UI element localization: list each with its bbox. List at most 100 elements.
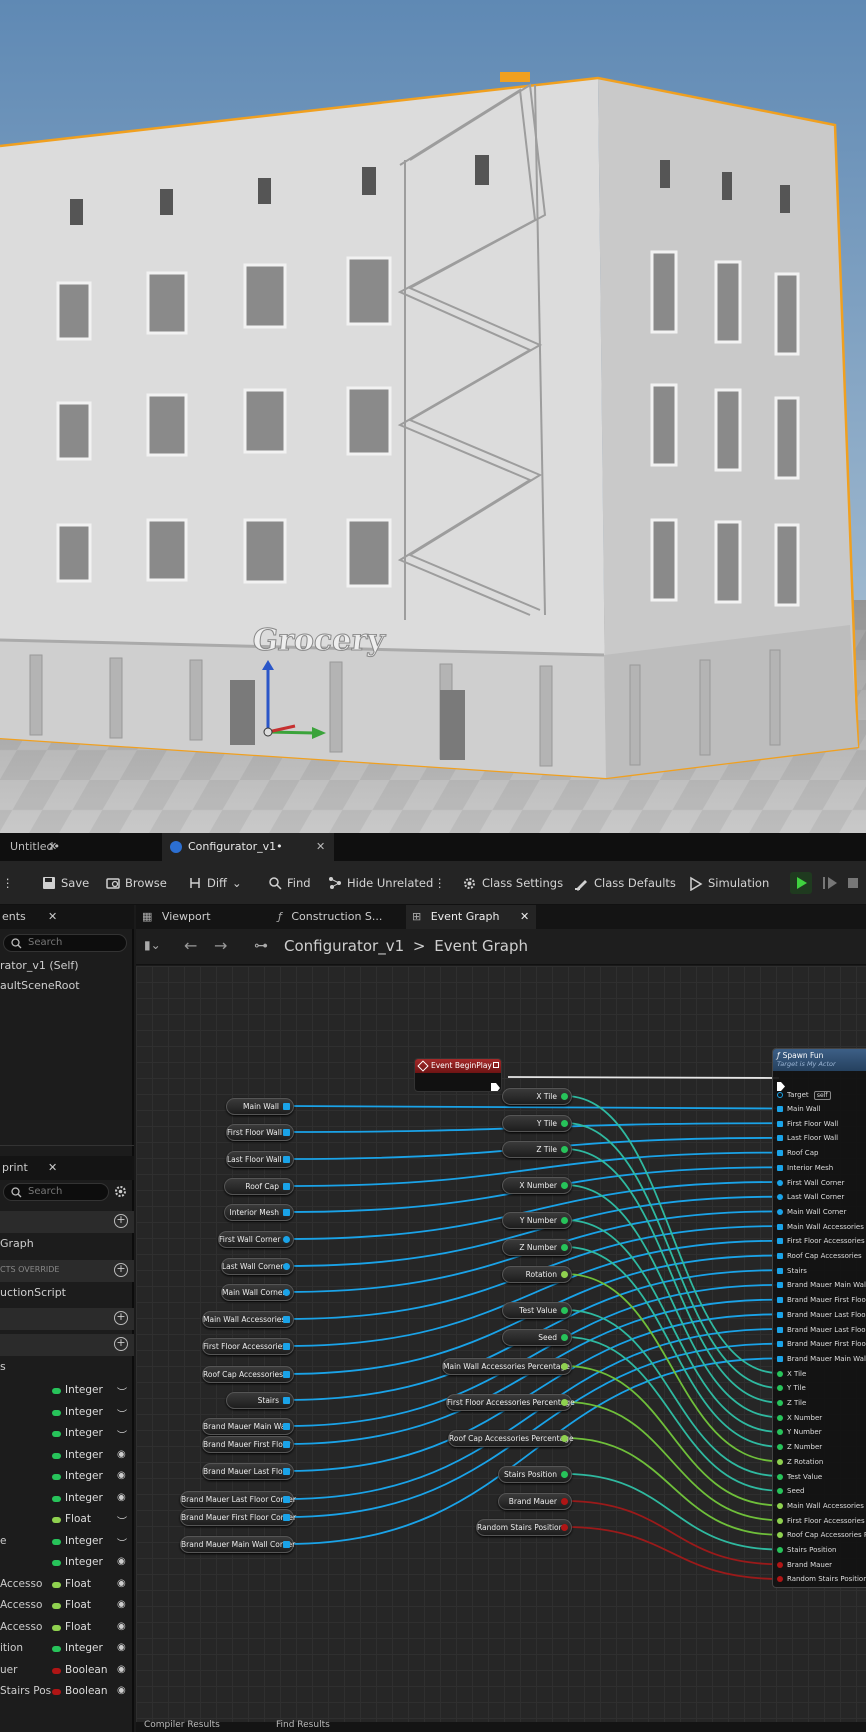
hierarchy-icon[interactable]: ⊶ <box>254 938 268 954</box>
eye-icon[interactable]: ◉ <box>117 1642 126 1653</box>
eye-icon[interactable]: ◉ <box>117 1685 126 1696</box>
output-pin[interactable] <box>561 1120 568 1127</box>
exec-pin[interactable] <box>491 1078 500 1091</box>
variable-row[interactable]: Integer ︶ <box>0 1403 134 1423</box>
variable-row[interactable]: Accesso Float ◉ <box>0 1575 134 1595</box>
variable-get-node[interactable]: Last Wall Corner <box>221 1258 294 1275</box>
close-icon[interactable]: ✕ <box>48 1156 57 1180</box>
eye-closed-icon[interactable]: ︶ <box>117 1406 127 1421</box>
output-pin[interactable] <box>283 1496 290 1503</box>
output-pin[interactable] <box>561 1471 568 1478</box>
variable-get-node[interactable]: Random Stairs Position <box>476 1519 572 1536</box>
input-pin[interactable] <box>777 1223 783 1230</box>
input-pin-row[interactable]: First Floor Accessories Per <box>777 1515 866 1528</box>
doc-tab-configurator[interactable]: Configurator_v1• <box>162 833 334 861</box>
eye-closed-icon[interactable]: ︶ <box>117 1427 127 1442</box>
variable-get-node[interactable]: Z Tile <box>502 1141 572 1158</box>
input-pin-row[interactable]: Main Wall Accessories <box>777 1221 864 1234</box>
input-pin[interactable] <box>777 1414 783 1421</box>
variable-get-node[interactable]: Brand Mauer Main Wall <box>202 1418 294 1435</box>
input-pin[interactable] <box>777 1385 783 1392</box>
variable-get-node[interactable]: Test Value <box>502 1302 572 1319</box>
variable-get-node[interactable]: Y Tile <box>502 1115 572 1132</box>
functions-section-header[interactable]: CTS OVERRIDE + <box>0 1260 134 1282</box>
output-pin[interactable] <box>561 1244 568 1251</box>
compiler-results-tab[interactable]: Compiler Results <box>144 1720 220 1730</box>
output-pin[interactable] <box>561 1271 568 1278</box>
output-pin[interactable] <box>283 1156 290 1163</box>
close-icon[interactable]: ✕ <box>520 905 529 929</box>
input-pin[interactable] <box>777 1179 783 1186</box>
variable-row[interactable]: Integer ◉ <box>0 1489 134 1509</box>
input-pin-row[interactable]: Brand Mauer Main Wall Co <box>777 1353 866 1366</box>
tab-event-graph[interactable]: ⊞ Event Graph ✕ <box>406 905 536 929</box>
doc-tab-untitled[interactable]: Untitled• <box>0 833 160 861</box>
output-pin[interactable] <box>283 1263 290 1270</box>
eye-icon[interactable]: ◉ <box>117 1599 126 1610</box>
input-pin-row[interactable]: Roof Cap <box>777 1147 818 1160</box>
eye-closed-icon[interactable]: ︶ <box>117 1535 127 1550</box>
output-pin[interactable] <box>561 1093 568 1100</box>
input-pin[interactable] <box>777 1488 783 1495</box>
variable-get-node[interactable]: Brand Mauer First Floor <box>202 1436 294 1453</box>
output-pin[interactable] <box>283 1289 290 1296</box>
input-pin[interactable] <box>777 1458 783 1465</box>
variable-get-node[interactable]: Stairs Position <box>498 1466 572 1483</box>
add-function-icon[interactable]: + <box>114 1263 128 1277</box>
variable-get-node[interactable]: First Floor Wall <box>226 1124 294 1141</box>
my-blueprint-tab[interactable]: print ✕ <box>0 1156 134 1180</box>
input-pin[interactable] <box>777 1444 783 1451</box>
variable-get-node[interactable]: Main Wall <box>226 1098 294 1115</box>
eye-icon[interactable]: ◉ <box>117 1556 126 1567</box>
variable-get-node[interactable]: Stairs <box>226 1392 294 1409</box>
input-pin-row[interactable]: First Floor Wall <box>777 1118 838 1131</box>
stop-button[interactable] <box>844 872 864 898</box>
forward-arrow-icon[interactable]: → <box>214 936 227 955</box>
variable-get-node[interactable]: First Floor Accessories <box>202 1338 294 1355</box>
input-pin[interactable] <box>777 1355 783 1362</box>
eye-icon[interactable]: ◉ <box>117 1470 126 1481</box>
graphs-section-header[interactable]: + <box>0 1211 134 1233</box>
more-options-icon[interactable]: ⋮ <box>434 873 446 893</box>
input-pin[interactable] <box>777 1502 783 1509</box>
variable-row[interactable]: Float ︶ <box>0 1510 134 1530</box>
variable-get-node[interactable]: Interior Mesh <box>224 1204 294 1221</box>
variable-get-node[interactable]: Brand Mauer First Floor Corner <box>180 1509 296 1526</box>
input-pin[interactable] <box>777 1106 783 1112</box>
components-tab[interactable]: ents ✕ <box>0 905 134 929</box>
event-beginplay-node[interactable]: Event BeginPlay <box>414 1058 502 1092</box>
input-pin-row[interactable]: Y Number <box>777 1426 822 1439</box>
output-pin[interactable] <box>561 1182 568 1189</box>
variable-get-node[interactable]: Brand Mauer Last Floor <box>202 1463 294 1480</box>
output-pin[interactable] <box>283 1441 290 1448</box>
input-pin[interactable] <box>777 1429 783 1436</box>
input-pin[interactable] <box>777 1532 783 1539</box>
input-pin-row[interactable]: Main Wall Corner <box>777 1206 846 1219</box>
variable-get-node[interactable]: Main Wall Accessories Percentage <box>442 1358 572 1375</box>
input-pin-row[interactable]: Z Tile <box>777 1397 806 1410</box>
variable-row[interactable]: Integer ◉ <box>0 1553 134 1573</box>
input-pin-row[interactable]: Brand Mauer First Floor Co <box>777 1338 866 1351</box>
output-pin[interactable] <box>561 1399 568 1406</box>
variable-get-node[interactable]: X Number <box>502 1177 572 1194</box>
variable-get-node[interactable]: Rotation <box>502 1266 572 1283</box>
output-pin[interactable] <box>283 1514 290 1521</box>
input-pin-row[interactable]: Random Stairs Position <box>777 1573 866 1586</box>
event-graph-item[interactable]: Graph <box>0 1237 34 1250</box>
component-item-self[interactable]: rator_v1 (Self) <box>0 959 79 972</box>
variable-get-node[interactable]: Roof Cap <box>224 1178 294 1195</box>
browse-button[interactable]: Browse <box>106 873 167 893</box>
input-pin[interactable] <box>777 1400 783 1406</box>
add-graph-icon[interactable]: + <box>114 1214 128 1228</box>
variable-get-node[interactable]: Roof Cap Accessories <box>202 1366 294 1383</box>
input-pin[interactable] <box>777 1311 783 1318</box>
input-pin[interactable] <box>777 1120 783 1127</box>
input-pin[interactable] <box>777 1297 783 1304</box>
eye-icon[interactable]: ◉ <box>117 1492 126 1503</box>
variable-row[interactable]: Integer ◉ <box>0 1467 134 1487</box>
eye-icon[interactable]: ◉ <box>117 1664 126 1675</box>
variable-get-node[interactable]: Roof Cap Accessories Percentage <box>448 1430 574 1447</box>
input-pin[interactable] <box>777 1370 783 1377</box>
output-pin[interactable] <box>283 1541 290 1548</box>
add-macro-icon[interactable]: + <box>114 1311 128 1325</box>
